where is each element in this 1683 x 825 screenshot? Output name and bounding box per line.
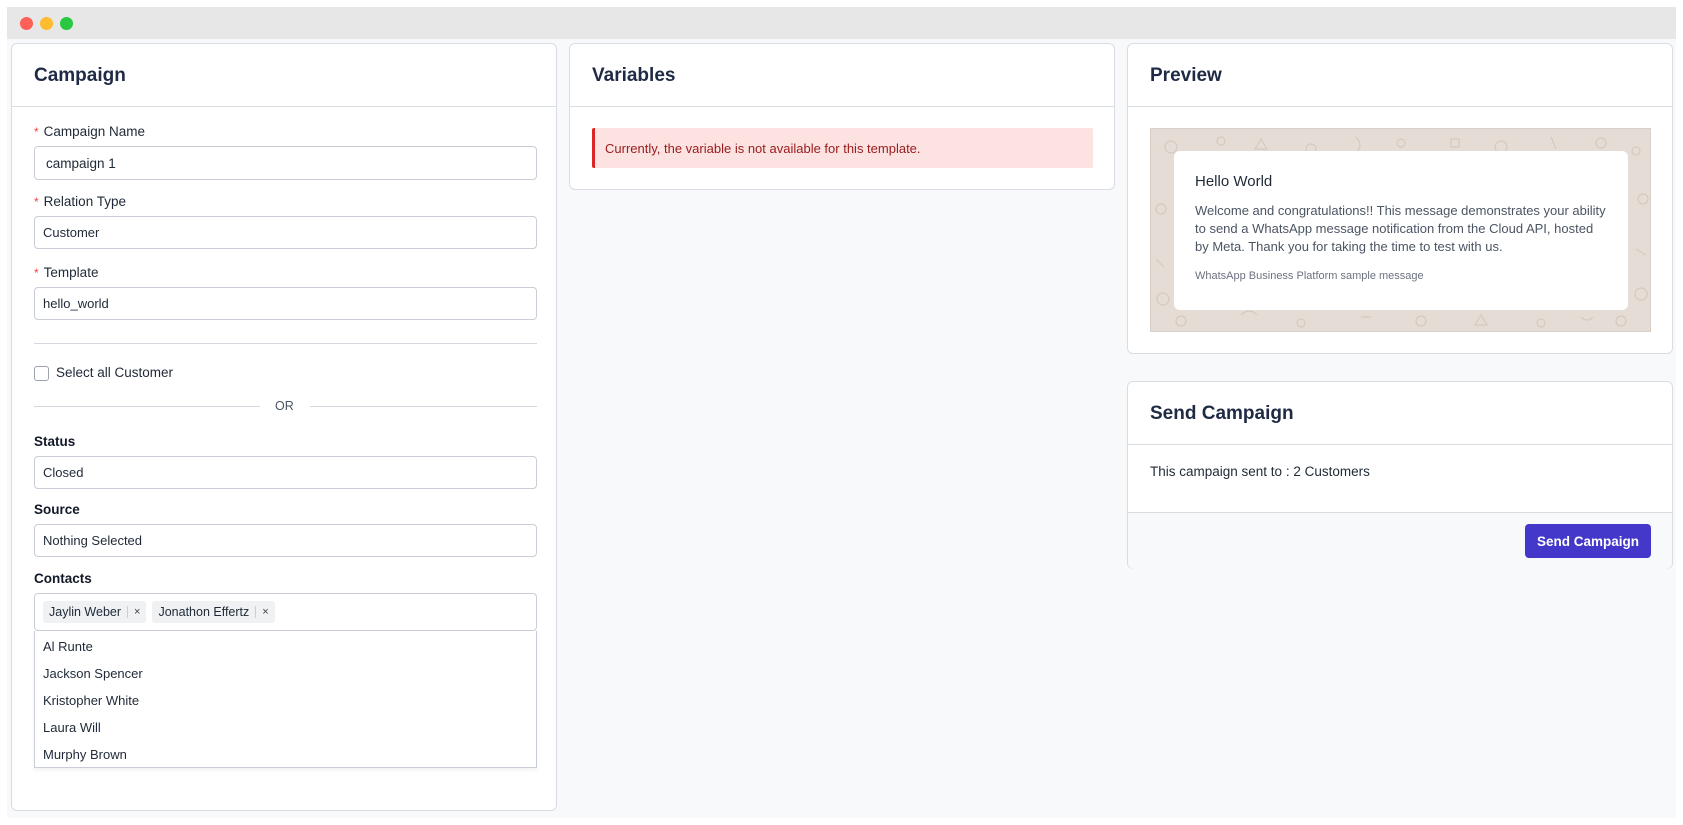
contact-chip: Jonathon Effertz ×	[152, 601, 275, 623]
contact-option[interactable]: Laura Will	[35, 714, 536, 741]
contact-chip: Jaylin Weber ×	[43, 601, 147, 623]
contact-option[interactable]: Murphy Brown	[35, 741, 536, 768]
variables-title: Variables	[592, 65, 676, 86]
contacts-label: Contacts	[34, 571, 92, 586]
template-label: * Template	[34, 265, 99, 280]
contact-chip-label: Jonathon Effertz	[158, 605, 250, 619]
source-value: Nothing Selected	[43, 533, 143, 548]
contacts-multiselect[interactable]: Jaylin Weber × Jonathon Effertz ×	[34, 593, 537, 631]
campaign-card: Campaign * Campaign Name campaign 1 * Rela…	[11, 43, 557, 811]
select-all-label: Select all Customer	[56, 365, 174, 380]
required-mark: *	[34, 266, 39, 280]
or-divider-left	[34, 406, 260, 407]
contact-option[interactable]: Jackson Spencer	[35, 660, 536, 687]
preview-card: Preview Hello World Welcome and congratu…	[1127, 43, 1673, 354]
contacts-dropdown: Al Runte Jackson Spencer Kristopher Whit…	[34, 631, 537, 768]
variables-card-header: Variables	[570, 44, 1114, 107]
section-divider	[34, 343, 537, 344]
relation-type-value: Customer	[43, 225, 100, 240]
relation-type-label: * Relation Type	[34, 194, 126, 209]
send-summary-text: This campaign sent to : 2 Customers	[1150, 464, 1370, 479]
template-select[interactable]: hello_world	[34, 287, 537, 320]
template-value: hello_world	[43, 296, 109, 311]
maximize-window-button[interactable]	[60, 17, 73, 30]
campaign-name-input[interactable]: campaign 1	[34, 146, 537, 180]
select-all-checkbox[interactable]	[34, 366, 49, 381]
contact-option[interactable]: Kristopher White	[35, 687, 536, 714]
send-campaign-title: Send Campaign	[1150, 403, 1294, 424]
source-select[interactable]: Nothing Selected	[34, 524, 537, 557]
message-body: Welcome and congratulations!! This messa…	[1195, 203, 1606, 254]
source-label: Source	[34, 502, 80, 517]
or-text: OR	[275, 399, 294, 413]
preview-card-header: Preview	[1128, 44, 1672, 107]
campaign-name-label: * Campaign Name	[34, 124, 145, 139]
remove-contact-icon[interactable]: ×	[255, 606, 274, 618]
contact-option[interactable]: Al Runte	[35, 633, 536, 660]
message-bubble: Hello World Welcome and congratulations!…	[1174, 151, 1628, 310]
whatsapp-chat-background: Hello World Welcome and congratulations!…	[1150, 128, 1651, 332]
variables-alert: Currently, the variable is not available…	[592, 128, 1093, 168]
contact-chip-label: Jaylin Weber	[49, 605, 122, 619]
required-mark: *	[34, 195, 39, 209]
campaign-card-header: Campaign	[12, 44, 556, 107]
status-value: Closed	[43, 465, 84, 480]
send-campaign-card: Send Campaign This campaign sent to : 2 …	[1127, 381, 1673, 569]
message-title: Hello World	[1195, 173, 1273, 190]
or-divider-right	[310, 406, 537, 407]
campaign-title: Campaign	[34, 65, 126, 86]
window-titlebar	[7, 7, 1676, 39]
message-footer: WhatsApp Business Platform sample messag…	[1195, 270, 1424, 282]
send-campaign-card-header: Send Campaign	[1128, 382, 1672, 445]
status-label: Status	[34, 434, 76, 449]
status-select[interactable]: Closed	[34, 456, 537, 489]
send-campaign-button[interactable]: Send Campaign	[1525, 524, 1651, 558]
minimize-window-button[interactable]	[40, 17, 53, 30]
remove-contact-icon[interactable]: ×	[127, 606, 146, 618]
preview-title: Preview	[1150, 65, 1222, 86]
variables-card: Variables Currently, the variable is not…	[569, 43, 1115, 190]
close-window-button[interactable]	[20, 17, 33, 30]
relation-type-select[interactable]: Customer	[34, 216, 537, 249]
required-mark: *	[34, 125, 39, 139]
app-window: Campaign * Campaign Name campaign 1 * Rela…	[7, 7, 1676, 818]
campaign-name-value: campaign 1	[46, 155, 116, 171]
send-campaign-footer: Send Campaign	[1128, 512, 1672, 569]
